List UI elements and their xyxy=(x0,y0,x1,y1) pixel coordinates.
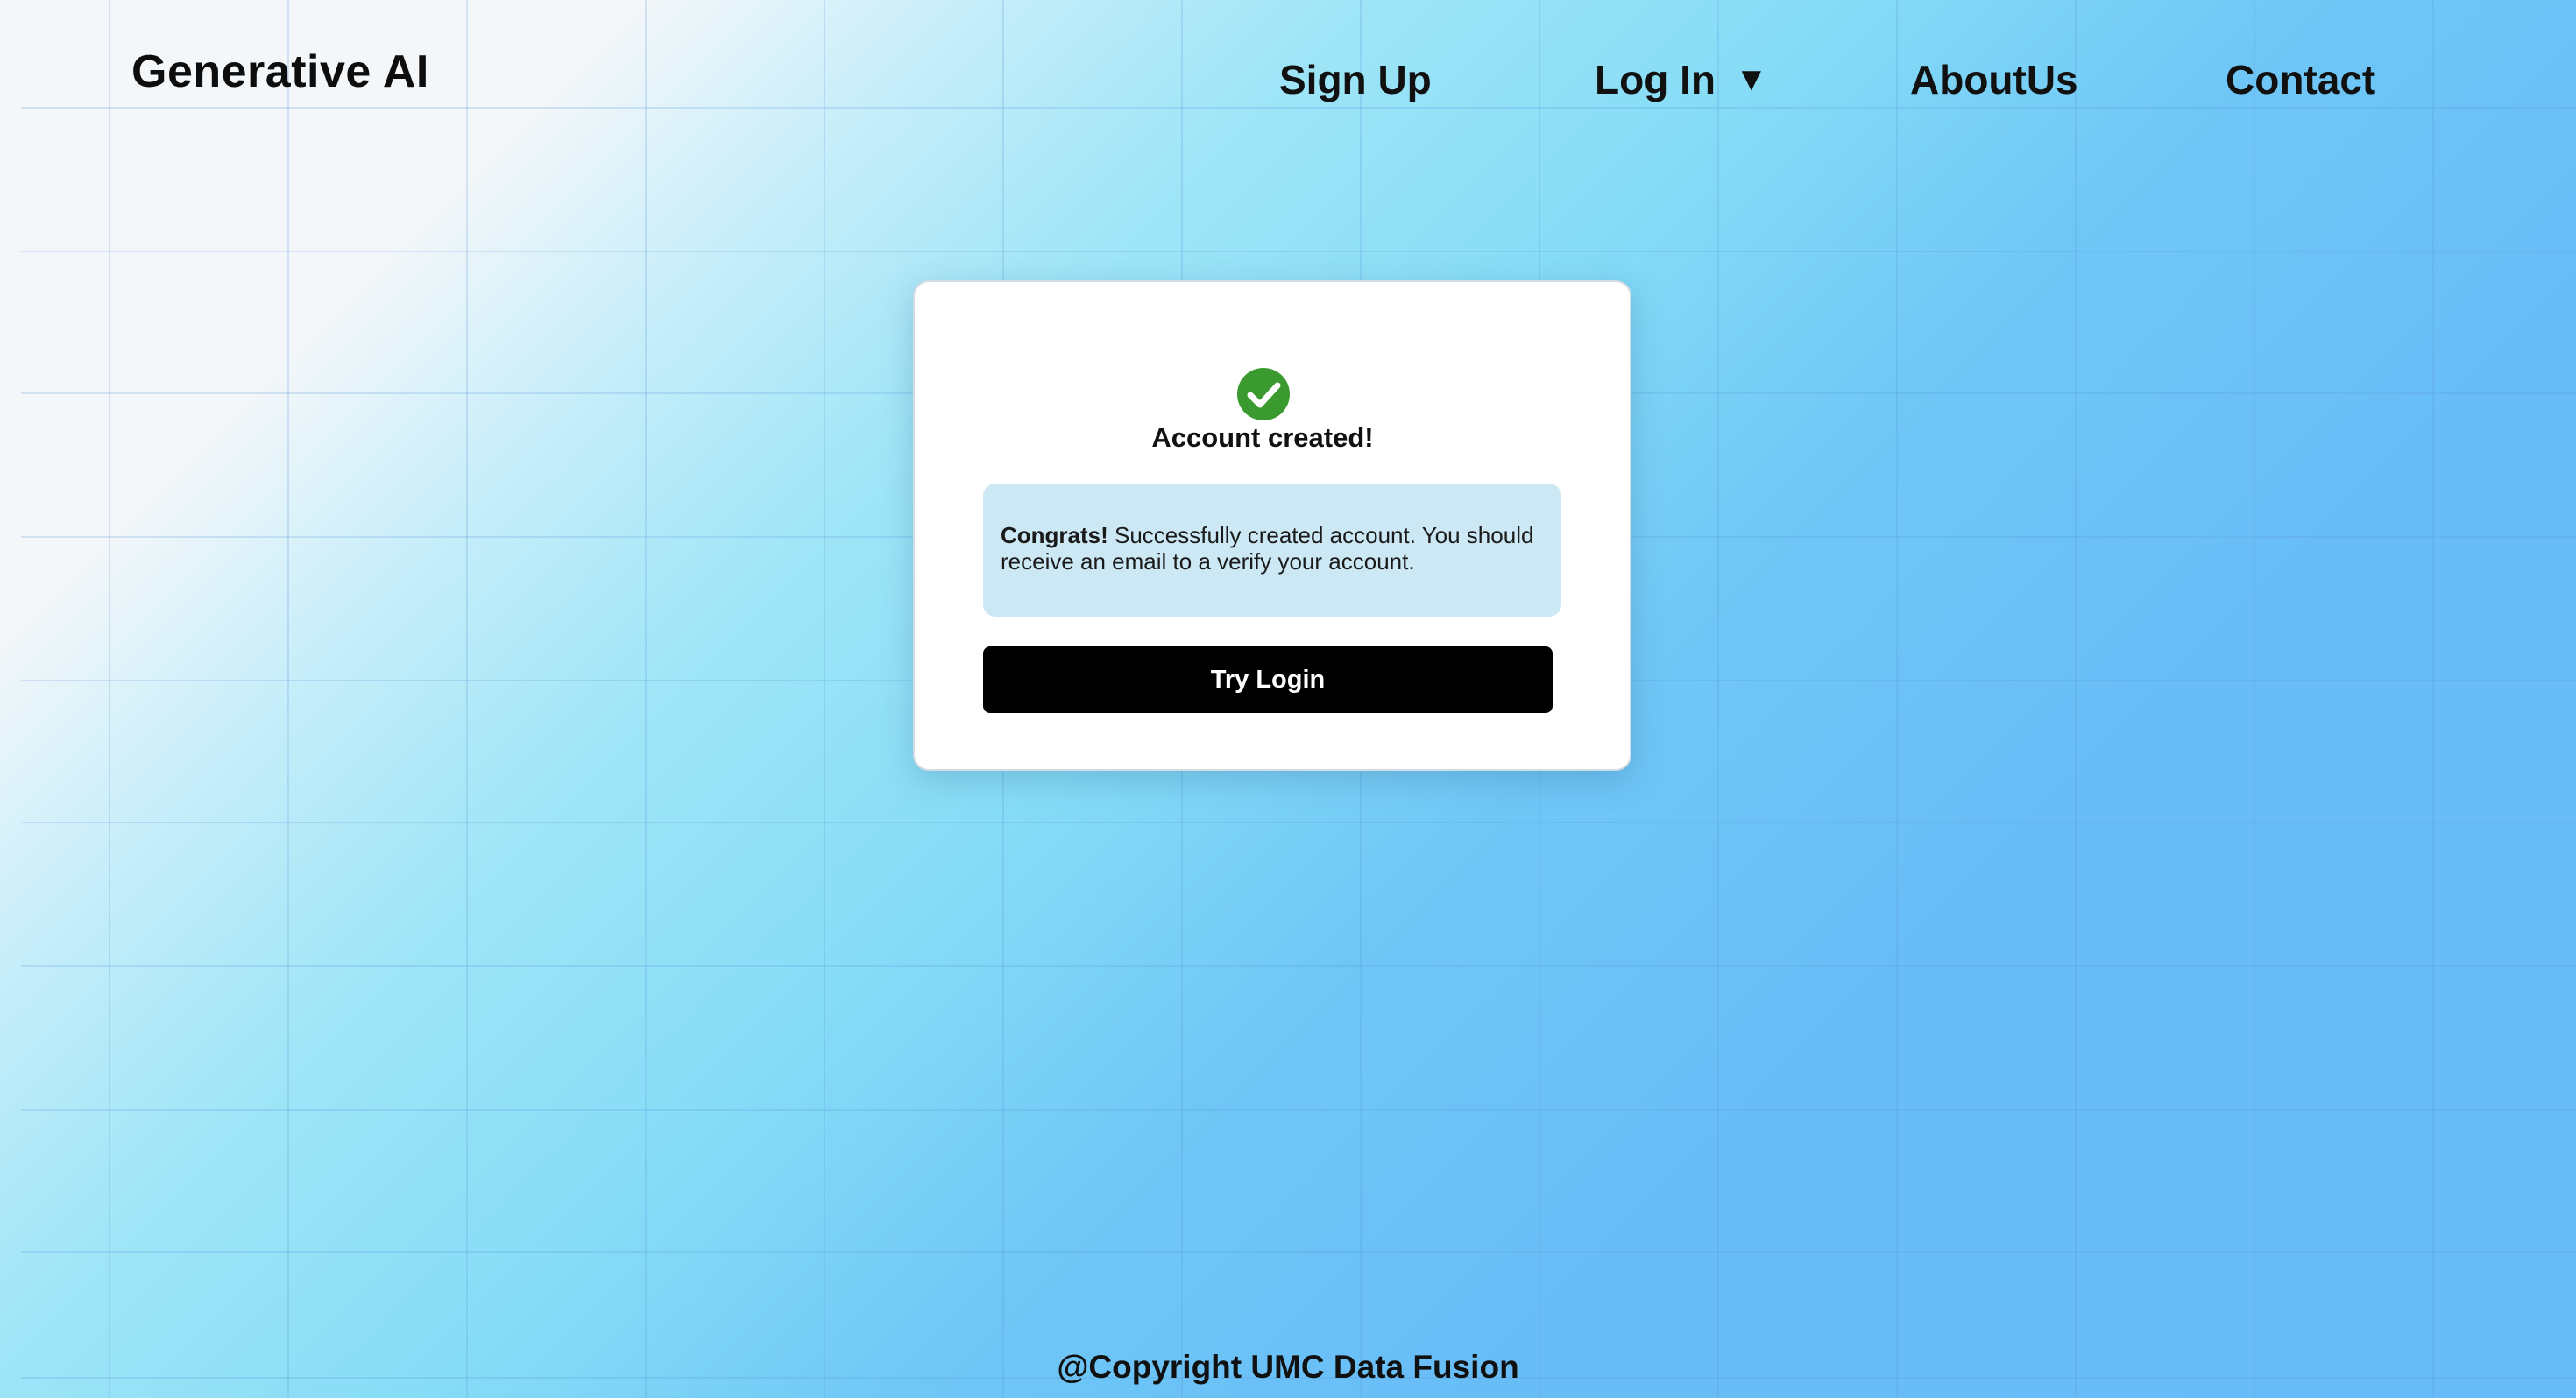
grid-line xyxy=(21,965,2576,967)
footer-copyright: @Copyright UMC Data Fusion xyxy=(1057,1349,1519,1385)
check-mark-icon xyxy=(1247,382,1281,408)
alert-strong-text: Congrats! xyxy=(1001,522,1108,548)
success-alert: Congrats! Successfully created account. … xyxy=(983,484,1561,617)
grid-line xyxy=(1717,0,1719,1398)
try-login-button[interactable]: Try Login xyxy=(983,646,1553,713)
nav-contact-link[interactable]: Contact xyxy=(2226,56,2375,103)
grid-line xyxy=(2432,0,2434,1398)
grid-line xyxy=(1896,0,1898,1398)
grid-line xyxy=(824,0,825,1398)
grid-line xyxy=(287,0,289,1398)
grid-line xyxy=(21,251,2576,252)
card-title: Account created! xyxy=(1151,422,1374,453)
grid-line xyxy=(21,107,2576,109)
grid-line xyxy=(21,822,2576,823)
check-circle-icon xyxy=(1237,368,1290,420)
grid-line xyxy=(109,0,110,1398)
grid-line xyxy=(466,0,468,1398)
grid-line xyxy=(21,1109,2576,1111)
brand-logo-text[interactable]: Generative AI xyxy=(131,46,429,98)
grid-line xyxy=(645,0,647,1398)
caret-down-icon: ▼ xyxy=(1734,61,1768,98)
nav-log-in-dropdown[interactable]: Log In ▼ xyxy=(1595,56,1768,103)
nav-sign-up-link[interactable]: Sign Up xyxy=(1279,56,1432,103)
nav-log-in-label: Log In xyxy=(1595,57,1716,102)
nav-about-us-link[interactable]: AboutUs xyxy=(1910,56,2078,103)
grid-line xyxy=(2075,0,2077,1398)
grid-line xyxy=(21,1251,2576,1253)
account-created-card: Account created! Congrats! Successfully … xyxy=(913,280,1631,771)
grid-line xyxy=(2254,0,2255,1398)
